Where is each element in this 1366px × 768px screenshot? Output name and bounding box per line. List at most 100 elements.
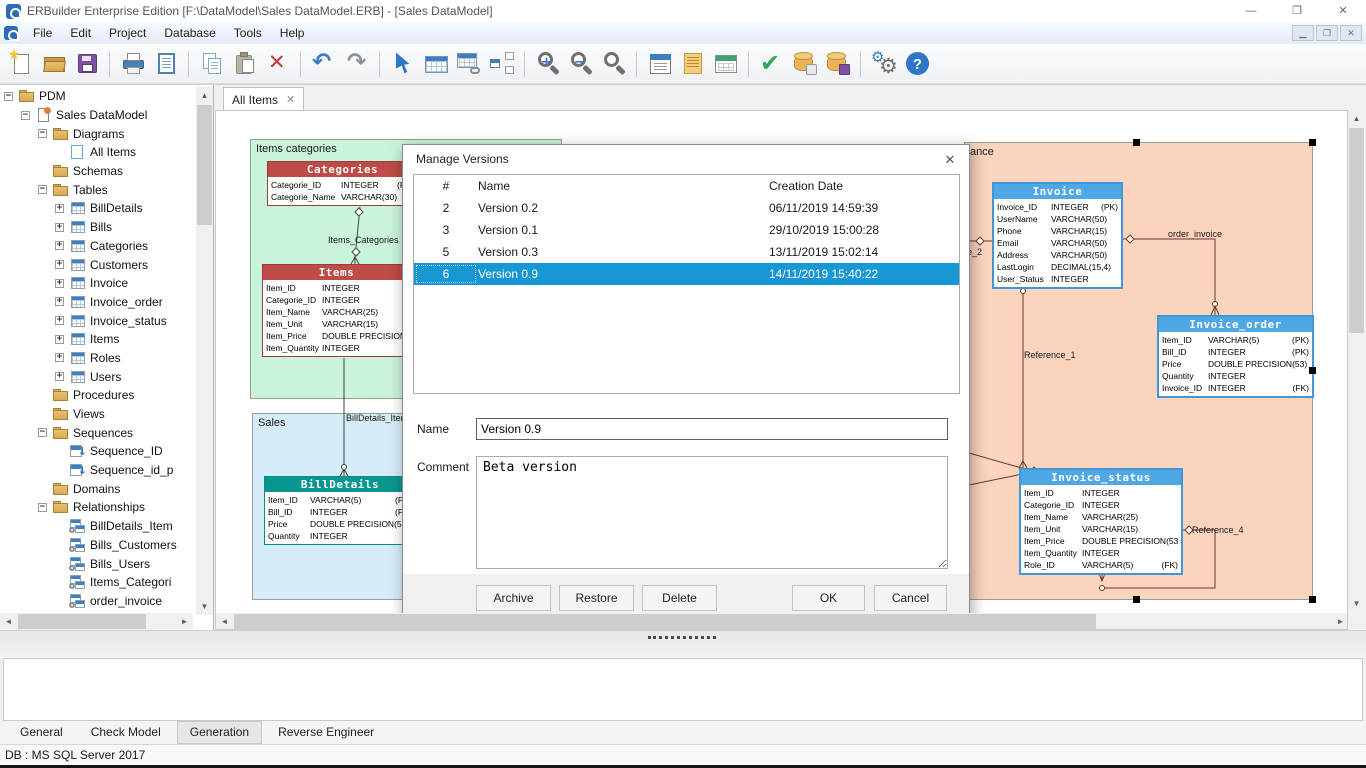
entity-invoice-status[interactable]: Invoice_status Item_IDINTEGERCategorie_I… <box>1019 468 1183 575</box>
scroll-up-icon[interactable]: ▲ <box>1348 110 1365 127</box>
tree-item[interactable]: Invoice_status <box>0 311 193 330</box>
toolbar-button[interactable] <box>822 47 855 81</box>
diagram-canvas[interactable]: Items categories Sales ance <box>216 111 1348 613</box>
tree-item[interactable]: Diagrams <box>0 124 193 143</box>
tree-item[interactable]: Relationships <box>0 498 193 517</box>
menu-item[interactable]: Edit <box>61 26 100 40</box>
tree-expander-icon[interactable] <box>38 129 47 138</box>
dialog-close-icon[interactable]: ✕ <box>941 151 959 169</box>
tree-item[interactable]: Customers <box>0 255 193 274</box>
selection-handle[interactable] <box>1309 139 1316 146</box>
tree-item[interactable]: Bills <box>0 218 193 237</box>
tree-expander-icon[interactable] <box>21 111 30 120</box>
toolbar-button[interactable] <box>196 47 229 81</box>
toolbar-button[interactable] <box>532 47 565 81</box>
tree-expander-icon[interactable] <box>55 260 64 269</box>
mdi-restore-button[interactable]: ❐ <box>1316 25 1338 41</box>
close-button[interactable]: ✕ <box>1320 0 1366 22</box>
version-row[interactable]: 6 Version 0.9 14/11/2019 15:40:22 <box>414 263 959 285</box>
version-row[interactable]: 2 Version 0.2 06/11/2019 14:59:39 <box>414 197 959 219</box>
delete-button[interactable]: Delete <box>642 585 717 611</box>
scrollbar-thumb[interactable] <box>197 105 212 225</box>
tab-all-items[interactable]: All Items ✕ <box>223 87 304 111</box>
cancel-button[interactable]: Cancel <box>874 585 947 611</box>
tree-horizontal-scrollbar[interactable]: ◄ ► <box>0 613 193 630</box>
tree-item[interactable]: order_invoice <box>0 592 193 611</box>
scroll-left-icon[interactable]: ◄ <box>0 613 17 630</box>
tree-expander-icon[interactable] <box>55 335 64 344</box>
tree-item[interactable]: Bills_Users <box>0 554 193 573</box>
tree-expander-icon[interactable] <box>55 372 64 381</box>
tree-item[interactable]: Items_Categori <box>0 573 193 592</box>
tree-item[interactable]: Invoice_order <box>0 293 193 312</box>
tree-expander-icon[interactable] <box>55 241 64 250</box>
tree-item[interactable]: Sales DataModel <box>0 106 193 125</box>
tree-expander-icon[interactable] <box>55 223 64 232</box>
tree-item[interactable]: Sequence_id_p <box>0 461 193 480</box>
menu-item[interactable]: Database <box>155 26 224 40</box>
toolbar-button[interactable] <box>262 47 295 81</box>
bottom-tab[interactable]: Generation <box>177 721 262 744</box>
toolbar-button[interactable] <box>308 47 341 81</box>
restore-button[interactable]: ❐ <box>1274 0 1320 22</box>
toolbar-button[interactable] <box>71 47 104 81</box>
toolbar-button[interactable] <box>901 47 934 81</box>
toolbar-button[interactable] <box>789 47 822 81</box>
toolbar-button[interactable] <box>5 47 38 81</box>
tree-item[interactable]: Invoice <box>0 274 193 293</box>
menu-item[interactable]: Tools <box>225 26 271 40</box>
toolbar-button[interactable] <box>677 47 710 81</box>
toolbar-button[interactable] <box>565 47 598 81</box>
tree-expander-icon[interactable] <box>55 279 64 288</box>
tree-item[interactable]: Bills_Customers <box>0 536 193 555</box>
entity-invoice-order[interactable]: Invoice_order Item_IDVARCHAR(5)(PK)Bill_… <box>1157 315 1314 398</box>
menu-item[interactable]: Project <box>100 26 155 40</box>
menu-item[interactable]: File <box>24 26 61 40</box>
toolbar-button[interactable] <box>387 47 420 81</box>
tree-item[interactable]: BillDetails_Item <box>0 517 193 536</box>
toolbar-button[interactable] <box>453 47 486 81</box>
tree-item[interactable]: All Items <box>0 143 193 162</box>
selection-handle[interactable] <box>1133 139 1140 146</box>
tree-vertical-scrollbar[interactable]: ▲ ▼ <box>196 87 213 615</box>
tree-item[interactable]: Sequence_ID <box>0 442 193 461</box>
toolbar-button[interactable] <box>420 47 453 81</box>
scrollbar-thumb[interactable] <box>234 614 1096 630</box>
selection-handle[interactable] <box>1133 596 1140 603</box>
bottom-tab[interactable]: Reverse Engineer <box>266 722 386 743</box>
toolbar-button[interactable] <box>38 47 71 81</box>
tree-expander-icon[interactable] <box>4 92 13 101</box>
version-row[interactable]: 3 Version 0.1 29/10/2019 15:00:28 <box>414 219 959 241</box>
tree-item[interactable]: PDM <box>0 87 193 106</box>
toolbar-button[interactable] <box>756 47 789 81</box>
tree-item[interactable]: Categories <box>0 237 193 256</box>
tree-item[interactable]: Tables <box>0 180 193 199</box>
tree-expander-icon[interactable] <box>55 204 64 213</box>
scroll-down-icon[interactable]: ▼ <box>1348 595 1365 612</box>
tree-item[interactable]: Schemas <box>0 162 193 181</box>
entity-categories[interactable]: Categories Categorie_IDINTEGER(PK)Catego… <box>267 161 418 206</box>
tree-item[interactable]: Procedures <box>0 386 193 405</box>
tree-item[interactable]: Domains <box>0 479 193 498</box>
scroll-right-icon[interactable]: ► <box>1332 613 1348 630</box>
restore-button[interactable]: Restore <box>559 585 634 611</box>
minimize-button[interactable]: — <box>1228 0 1274 22</box>
tree-item[interactable]: Users <box>0 367 193 386</box>
bottom-tab[interactable]: General <box>8 722 75 743</box>
canvas-horizontal-scrollbar[interactable]: ◄ ► <box>216 613 1348 630</box>
tree-item[interactable]: Sequences <box>0 423 193 442</box>
entity-billdetails[interactable]: BillDetails Item_IDVARCHAR(5)(PK)Bill_ID… <box>264 476 416 545</box>
horizontal-splitter[interactable] <box>0 630 1366 658</box>
toolbar-button[interactable] <box>598 47 631 81</box>
toolbar-button[interactable] <box>229 47 262 81</box>
tree-expander-icon[interactable] <box>55 297 64 306</box>
toolbar-button[interactable] <box>644 47 677 81</box>
entity-items[interactable]: Items Item_IDINTEGERCategorie_IDINTEGERI… <box>262 264 411 357</box>
tree-item[interactable]: Items <box>0 330 193 349</box>
selection-handle[interactable] <box>1309 596 1316 603</box>
bottom-tab[interactable]: Check Model <box>79 722 173 743</box>
ok-button[interactable]: OK <box>792 585 865 611</box>
toolbar-button[interactable] <box>486 47 519 81</box>
selection-handle[interactable] <box>1309 367 1316 374</box>
splitter-grip[interactable] <box>648 636 716 639</box>
